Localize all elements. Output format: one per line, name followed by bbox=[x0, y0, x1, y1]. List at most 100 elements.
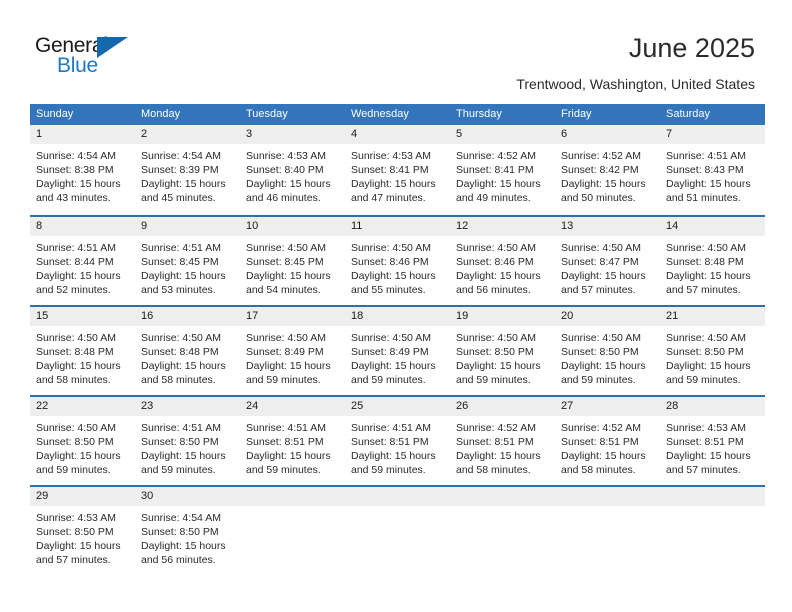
sunrise-text: Sunrise: 4:50 AM bbox=[561, 242, 641, 254]
day-number: 17 bbox=[240, 307, 345, 326]
sunset-text: Sunset: 8:45 PM bbox=[246, 256, 324, 268]
daylight-text: Daylight: 15 hours and 59 minutes. bbox=[36, 450, 121, 476]
general-blue-logo[interactable]: General Blue bbox=[35, 34, 145, 80]
sunrise-text: Sunrise: 4:50 AM bbox=[141, 332, 221, 344]
daylight-text: Daylight: 15 hours and 58 minutes. bbox=[561, 450, 646, 476]
calendar-day-cell-empty bbox=[660, 487, 765, 575]
calendar-day-cell[interactable]: 8 Sunrise: 4:51 AM Sunset: 8:44 PM Daylight… bbox=[30, 217, 135, 305]
daylight-text: Daylight: 15 hours and 59 minutes. bbox=[456, 360, 541, 386]
calendar-day-cell-empty bbox=[555, 487, 660, 575]
page-title: June 2025 bbox=[628, 33, 755, 63]
day-details: Sunrise: 4:50 AM Sunset: 8:50 PM Daylight:… bbox=[555, 326, 660, 387]
calendar-day-cell[interactable]: 24 Sunrise: 4:51 AM Sunset: 8:51 PM Dayligh… bbox=[240, 397, 345, 485]
calendar-day-cell[interactable]: 18 Sunrise: 4:50 AM Sunset: 8:49 PM Dayligh… bbox=[345, 307, 450, 395]
sunset-text: Sunset: 8:50 PM bbox=[666, 346, 744, 358]
calendar-day-cell[interactable]: 15 Sunrise: 4:50 AM Sunset: 8:48 PM Dayligh… bbox=[30, 307, 135, 395]
sunset-text: Sunset: 8:51 PM bbox=[351, 436, 429, 448]
daylight-text: Daylight: 15 hours and 54 minutes. bbox=[246, 270, 331, 296]
day-details: Sunrise: 4:53 AM Sunset: 8:51 PM Daylight:… bbox=[660, 416, 765, 477]
daylight-text: Daylight: 15 hours and 59 minutes. bbox=[246, 360, 331, 386]
daylight-text: Daylight: 15 hours and 59 minutes. bbox=[141, 450, 226, 476]
day-details: Sunrise: 4:50 AM Sunset: 8:50 PM Daylight:… bbox=[450, 326, 555, 387]
day-number: 28 bbox=[660, 397, 765, 416]
calendar-day-cell[interactable]: 12 Sunrise: 4:50 AM Sunset: 8:46 PM Dayligh… bbox=[450, 217, 555, 305]
sunset-text: Sunset: 8:49 PM bbox=[351, 346, 429, 358]
daylight-text: Daylight: 15 hours and 59 minutes. bbox=[246, 450, 331, 476]
sunrise-text: Sunrise: 4:51 AM bbox=[36, 242, 116, 254]
calendar-day-cell[interactable]: 4 Sunrise: 4:53 AM Sunset: 8:41 PM Daylight… bbox=[345, 125, 450, 215]
calendar-day-cell[interactable]: 5 Sunrise: 4:52 AM Sunset: 8:41 PM Daylight… bbox=[450, 125, 555, 215]
day-details: Sunrise: 4:51 AM Sunset: 8:43 PM Daylight:… bbox=[660, 144, 765, 205]
calendar-day-cell[interactable]: 17 Sunrise: 4:50 AM Sunset: 8:49 PM Dayligh… bbox=[240, 307, 345, 395]
sunrise-text: Sunrise: 4:51 AM bbox=[141, 242, 221, 254]
day-number bbox=[240, 487, 345, 506]
calendar-day-cell[interactable]: 21 Sunrise: 4:50 AM Sunset: 8:50 PM Dayligh… bbox=[660, 307, 765, 395]
calendar-day-cell[interactable]: 22 Sunrise: 4:50 AM Sunset: 8:50 PM Dayligh… bbox=[30, 397, 135, 485]
sunset-text: Sunset: 8:50 PM bbox=[36, 436, 114, 448]
day-number: 12 bbox=[450, 217, 555, 236]
day-details: Sunrise: 4:52 AM Sunset: 8:42 PM Daylight:… bbox=[555, 144, 660, 205]
sunset-text: Sunset: 8:49 PM bbox=[246, 346, 324, 358]
calendar-day-cell[interactable]: 29 Sunrise: 4:53 AM Sunset: 8:50 PM Dayligh… bbox=[30, 487, 135, 575]
sunset-text: Sunset: 8:50 PM bbox=[456, 346, 534, 358]
day-number: 30 bbox=[135, 487, 240, 506]
calendar-day-cell[interactable]: 19 Sunrise: 4:50 AM Sunset: 8:50 PM Dayligh… bbox=[450, 307, 555, 395]
calendar-day-cell[interactable]: 9 Sunrise: 4:51 AM Sunset: 8:45 PM Daylight… bbox=[135, 217, 240, 305]
calendar-day-cell[interactable]: 28 Sunrise: 4:53 AM Sunset: 8:51 PM Dayligh… bbox=[660, 397, 765, 485]
calendar-day-cell[interactable]: 14 Sunrise: 4:50 AM Sunset: 8:48 PM Dayligh… bbox=[660, 217, 765, 305]
day-details: Sunrise: 4:51 AM Sunset: 8:51 PM Daylight:… bbox=[240, 416, 345, 477]
daylight-text: Daylight: 15 hours and 55 minutes. bbox=[351, 270, 436, 296]
calendar-day-cell[interactable]: 25 Sunrise: 4:51 AM Sunset: 8:51 PM Dayligh… bbox=[345, 397, 450, 485]
day-details: Sunrise: 4:50 AM Sunset: 8:47 PM Daylight:… bbox=[555, 236, 660, 297]
calendar-day-cell[interactable]: 1 Sunrise: 4:54 AM Sunset: 8:38 PM Daylight… bbox=[30, 125, 135, 215]
calendar-week-row: 1 Sunrise: 4:54 AM Sunset: 8:38 PM Daylight… bbox=[30, 125, 765, 215]
calendar-day-cell[interactable]: 27 Sunrise: 4:52 AM Sunset: 8:51 PM Dayligh… bbox=[555, 397, 660, 485]
calendar-day-cell[interactable]: 2 Sunrise: 4:54 AM Sunset: 8:39 PM Daylight… bbox=[135, 125, 240, 215]
day-number: 2 bbox=[135, 125, 240, 144]
calendar-day-cell[interactable]: 16 Sunrise: 4:50 AM Sunset: 8:48 PM Dayligh… bbox=[135, 307, 240, 395]
sunrise-text: Sunrise: 4:50 AM bbox=[36, 332, 116, 344]
day-number: 13 bbox=[555, 217, 660, 236]
calendar-day-cell[interactable]: 3 Sunrise: 4:53 AM Sunset: 8:40 PM Daylight… bbox=[240, 125, 345, 215]
day-details: Sunrise: 4:50 AM Sunset: 8:46 PM Daylight:… bbox=[345, 236, 450, 297]
sunrise-text: Sunrise: 4:53 AM bbox=[246, 150, 326, 162]
day-number: 21 bbox=[660, 307, 765, 326]
day-number: 22 bbox=[30, 397, 135, 416]
weekday-header-monday: Monday bbox=[141, 108, 181, 120]
day-number bbox=[660, 487, 765, 506]
sunrise-text: Sunrise: 4:51 AM bbox=[666, 150, 746, 162]
sunrise-text: Sunrise: 4:53 AM bbox=[351, 150, 431, 162]
day-number: 26 bbox=[450, 397, 555, 416]
sunrise-text: Sunrise: 4:53 AM bbox=[36, 512, 116, 524]
day-number: 24 bbox=[240, 397, 345, 416]
day-number: 5 bbox=[450, 125, 555, 144]
calendar-page: General Blue June 2025 Trentwood, Washin… bbox=[0, 0, 792, 612]
sunset-text: Sunset: 8:50 PM bbox=[141, 436, 219, 448]
day-number: 25 bbox=[345, 397, 450, 416]
calendar-day-cell[interactable]: 23 Sunrise: 4:51 AM Sunset: 8:50 PM Dayligh… bbox=[135, 397, 240, 485]
calendar-day-cell[interactable]: 7 Sunrise: 4:51 AM Sunset: 8:43 PM Daylight… bbox=[660, 125, 765, 215]
daylight-text: Daylight: 15 hours and 43 minutes. bbox=[36, 178, 121, 204]
day-details: Sunrise: 4:52 AM Sunset: 8:41 PM Daylight:… bbox=[450, 144, 555, 205]
daylight-text: Daylight: 15 hours and 47 minutes. bbox=[351, 178, 436, 204]
calendar-day-cell[interactable]: 11 Sunrise: 4:50 AM Sunset: 8:46 PM Dayligh… bbox=[345, 217, 450, 305]
sunset-text: Sunset: 8:42 PM bbox=[561, 164, 639, 176]
weekday-header-wednesday: Wednesday bbox=[351, 108, 409, 120]
calendar-day-cell[interactable]: 10 Sunrise: 4:50 AM Sunset: 8:45 PM Dayligh… bbox=[240, 217, 345, 305]
calendar-day-cell[interactable]: 30 Sunrise: 4:54 AM Sunset: 8:50 PM Dayligh… bbox=[135, 487, 240, 575]
sunrise-text: Sunrise: 4:51 AM bbox=[141, 422, 221, 434]
calendar-day-cell[interactable]: 6 Sunrise: 4:52 AM Sunset: 8:42 PM Daylight… bbox=[555, 125, 660, 215]
weekday-header-friday: Friday bbox=[561, 108, 592, 120]
calendar-grid: Sunday Monday Tuesday Wednesday Thursday… bbox=[30, 104, 765, 575]
sunset-text: Sunset: 8:51 PM bbox=[456, 436, 534, 448]
sunset-text: Sunset: 8:41 PM bbox=[351, 164, 429, 176]
calendar-day-cell[interactable]: 20 Sunrise: 4:50 AM Sunset: 8:50 PM Dayligh… bbox=[555, 307, 660, 395]
day-details: Sunrise: 4:51 AM Sunset: 8:44 PM Daylight:… bbox=[30, 236, 135, 297]
calendar-day-cell[interactable]: 26 Sunrise: 4:52 AM Sunset: 8:51 PM Dayligh… bbox=[450, 397, 555, 485]
sunset-text: Sunset: 8:51 PM bbox=[561, 436, 639, 448]
calendar-day-cell[interactable]: 13 Sunrise: 4:50 AM Sunset: 8:47 PM Dayligh… bbox=[555, 217, 660, 305]
calendar-day-cell-empty bbox=[240, 487, 345, 575]
sunrise-text: Sunrise: 4:52 AM bbox=[456, 422, 536, 434]
day-number: 11 bbox=[345, 217, 450, 236]
daylight-text: Daylight: 15 hours and 59 minutes. bbox=[561, 360, 646, 386]
